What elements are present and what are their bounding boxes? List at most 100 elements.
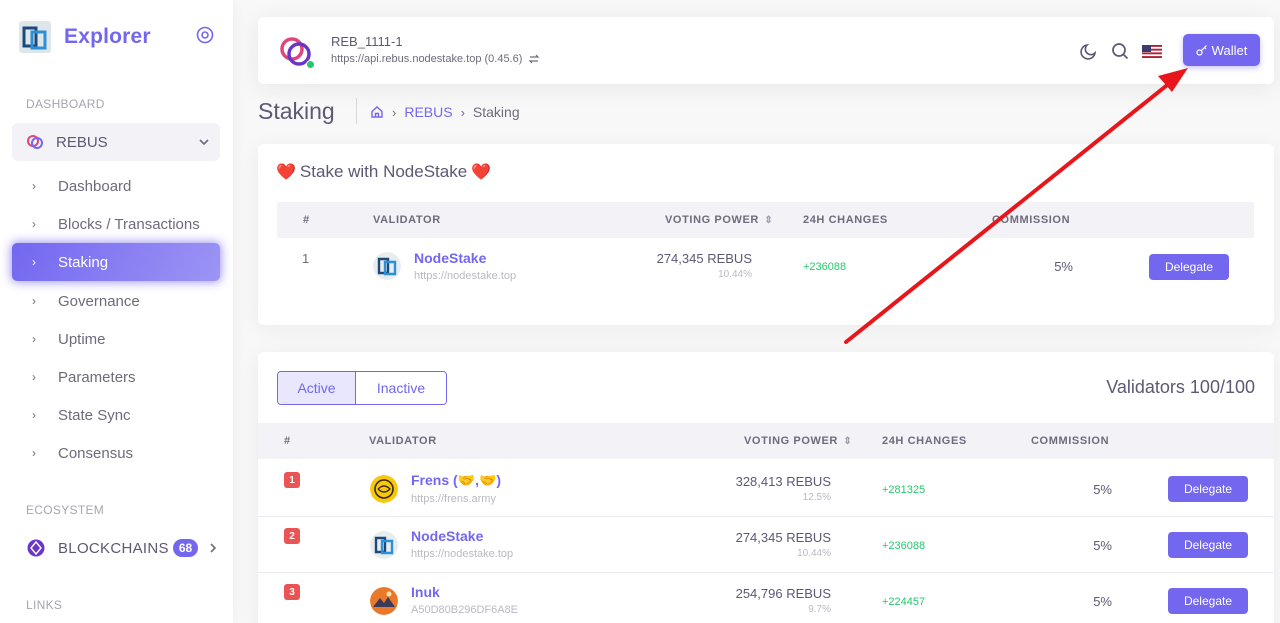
voting-power-percent: 10.44% xyxy=(797,548,831,559)
validator-name-link[interactable]: Inuk xyxy=(411,584,518,600)
24h-change-value: +236088 xyxy=(882,540,926,552)
brand[interactable]: Explorer xyxy=(18,20,151,54)
validator-name-link[interactable]: NodeStake xyxy=(414,250,516,266)
nodestake-avatar xyxy=(370,531,398,559)
sidebar-item-governance[interactable]: › Governance xyxy=(12,282,220,320)
inuk-logo-icon xyxy=(370,587,398,615)
voting-power: 274,345 REBUS 10.44% xyxy=(632,251,752,280)
commission-value: 5% xyxy=(1093,482,1112,497)
heart-icon: ❤️ xyxy=(276,164,296,181)
voting-power-value: 254,796 REBUS xyxy=(735,586,831,601)
col-header-24h-changes: 24H CHANGES xyxy=(882,435,967,447)
page-title: Staking xyxy=(258,98,335,124)
chain-id: REB_1111-1 xyxy=(331,34,403,49)
col-header-voting-power[interactable]: VOTING POWER ⇕ xyxy=(665,214,773,226)
sidebar-item-label: Governance xyxy=(58,292,140,310)
sidebar-item-label: Staking xyxy=(58,253,109,271)
col-header-commission: COMMISSION xyxy=(992,214,1071,226)
inuk-avatar xyxy=(370,587,398,615)
voting-power-value: 274,345 REBUS xyxy=(656,251,752,266)
nodestake-logo-icon xyxy=(373,252,401,280)
table-row: 1 Frens (🤝,🤝) https://frens.army 328,413… xyxy=(258,460,1274,515)
sidebar-item-label: Consensus xyxy=(58,444,134,462)
blockchains-label: BLOCKCHAINS xyxy=(58,539,169,557)
sidebar-item-dashboard[interactable]: › Dashboard xyxy=(12,167,220,205)
chevron-right-icon: › xyxy=(32,179,36,193)
sidebar-item-blockchains[interactable]: BLOCKCHAINS 68 xyxy=(12,530,220,566)
chain-group-rebus[interactable]: REBUS xyxy=(12,123,220,161)
table-row: 1 NodeStake https://nodestake.top 274,34… xyxy=(277,238,1254,293)
sidebar-item-staking[interactable]: › Staking xyxy=(12,243,220,281)
voting-power-percent: 9.7% xyxy=(808,604,831,615)
rank-badge: 1 xyxy=(284,472,300,488)
tab-inactive[interactable]: Inactive xyxy=(356,372,446,404)
moon-icon[interactable] xyxy=(1080,42,1098,60)
col-header-commission: COMMISSION xyxy=(1031,435,1110,447)
breadcrumb-link-rebus[interactable]: REBUS xyxy=(404,104,452,120)
sidebar-item-blocks-transactions[interactable]: › Blocks / Transactions xyxy=(12,205,220,243)
featured-title-text: Stake with NodeStake xyxy=(299,162,468,181)
col-header-rank: # xyxy=(303,214,310,226)
sidebar-item-state-sync[interactable]: › State Sync xyxy=(12,396,220,434)
sidebar-item-consensus[interactable]: › Consensus xyxy=(12,434,220,472)
api-endpoint[interactable]: https://api.rebus.nodestake.top (0.45.6) xyxy=(331,53,540,65)
col-header-voting-power[interactable]: VOTING POWER ⇕ xyxy=(744,435,852,447)
validator-info: Frens (🤝,🤝) https://frens.army xyxy=(411,472,501,505)
validator-url: A50D80B296DF6A8E xyxy=(411,604,519,616)
featured-card-title: ❤️ Stake with NodeStake ❤️ xyxy=(276,162,491,182)
chevron-right-icon: › xyxy=(32,217,36,231)
row-rank: 1 xyxy=(302,251,310,266)
sidebar-item-uptime[interactable]: › Uptime xyxy=(12,320,220,358)
heart-icon: ❤️ xyxy=(471,164,492,181)
featured-validator-card: ❤️ Stake with NodeStake ❤️ # VALIDATOR V… xyxy=(258,144,1274,325)
validator-name-link[interactable]: Frens (🤝,🤝) xyxy=(411,472,501,489)
home-icon[interactable] xyxy=(370,105,384,119)
chevron-right-icon: › xyxy=(32,294,36,308)
switch-endpoint-icon[interactable] xyxy=(528,53,540,65)
brand-name: Explorer xyxy=(64,25,151,48)
24h-change-value: +224457 xyxy=(882,596,926,608)
us-flag-icon[interactable] xyxy=(1142,45,1162,58)
commission-value: 5% xyxy=(1093,538,1112,553)
sort-icon: ⇕ xyxy=(839,436,853,447)
rank-badge: 3 xyxy=(284,584,300,600)
breadcrumb: › REBUS › Staking xyxy=(370,104,520,120)
section-header-ecosystem: ECOSYSTEM xyxy=(26,503,105,517)
voting-power-percent: 10.44% xyxy=(718,269,752,280)
delegate-button[interactable]: Delegate xyxy=(1168,588,1248,614)
sidebar-item-label: Dashboard xyxy=(58,177,132,195)
sidebar-item-label: State Sync xyxy=(58,406,131,424)
delegate-button[interactable]: Delegate xyxy=(1168,476,1248,502)
chain-group-label: REBUS xyxy=(56,133,108,151)
collapse-sidebar-icon[interactable] xyxy=(196,26,214,44)
validators-table-header: # VALIDATOR VOTING POWER ⇕ 24H CHANGES C… xyxy=(258,423,1274,459)
breadcrumb-current: Staking xyxy=(472,104,520,120)
rebus-chain-icon xyxy=(27,135,43,149)
frens-avatar xyxy=(370,475,398,503)
sidebar-item-parameters[interactable]: › Parameters xyxy=(12,358,220,396)
commission-value: 5% xyxy=(1093,594,1112,609)
chevron-right-icon: › xyxy=(32,255,36,269)
sidebar: Explorer DASHBOARD REBUS › Dashboard › B… xyxy=(0,0,233,623)
validators-card: Active Inactive Validators 100/100 # VAL… xyxy=(258,352,1274,623)
sidebar-item-label: Uptime xyxy=(58,330,106,348)
tab-active[interactable]: Active xyxy=(278,372,356,404)
validator-info: NodeStake https://nodestake.top xyxy=(414,250,516,282)
table-row: 2 NodeStake https://nodestake.top 274,34… xyxy=(258,516,1274,571)
voting-power: 274,345 REBUS 10.44% xyxy=(711,530,831,559)
search-icon[interactable] xyxy=(1111,42,1129,60)
delegate-button[interactable]: Delegate xyxy=(1149,254,1229,280)
chevron-right-icon: › xyxy=(32,446,36,460)
breadcrumb-separator: › xyxy=(392,104,397,120)
wallet-button-label: Wallet xyxy=(1211,42,1248,58)
wallet-button[interactable]: Wallet xyxy=(1183,34,1260,66)
chevron-right-icon: › xyxy=(32,370,36,384)
col-header-validator: VALIDATOR xyxy=(369,435,437,447)
validator-name-link[interactable]: NodeStake xyxy=(411,528,513,544)
24h-change-value: +281325 xyxy=(882,484,926,496)
delegate-button[interactable]: Delegate xyxy=(1168,532,1248,558)
explorer-logo-icon xyxy=(19,21,51,53)
top-navbar: REB_1111-1 https://api.rebus.nodestake.t… xyxy=(258,17,1274,84)
voting-power-value: 328,413 REBUS xyxy=(735,474,831,489)
featured-table-header: # VALIDATOR VOTING POWER ⇕ 24H CHANGES C… xyxy=(277,202,1254,238)
